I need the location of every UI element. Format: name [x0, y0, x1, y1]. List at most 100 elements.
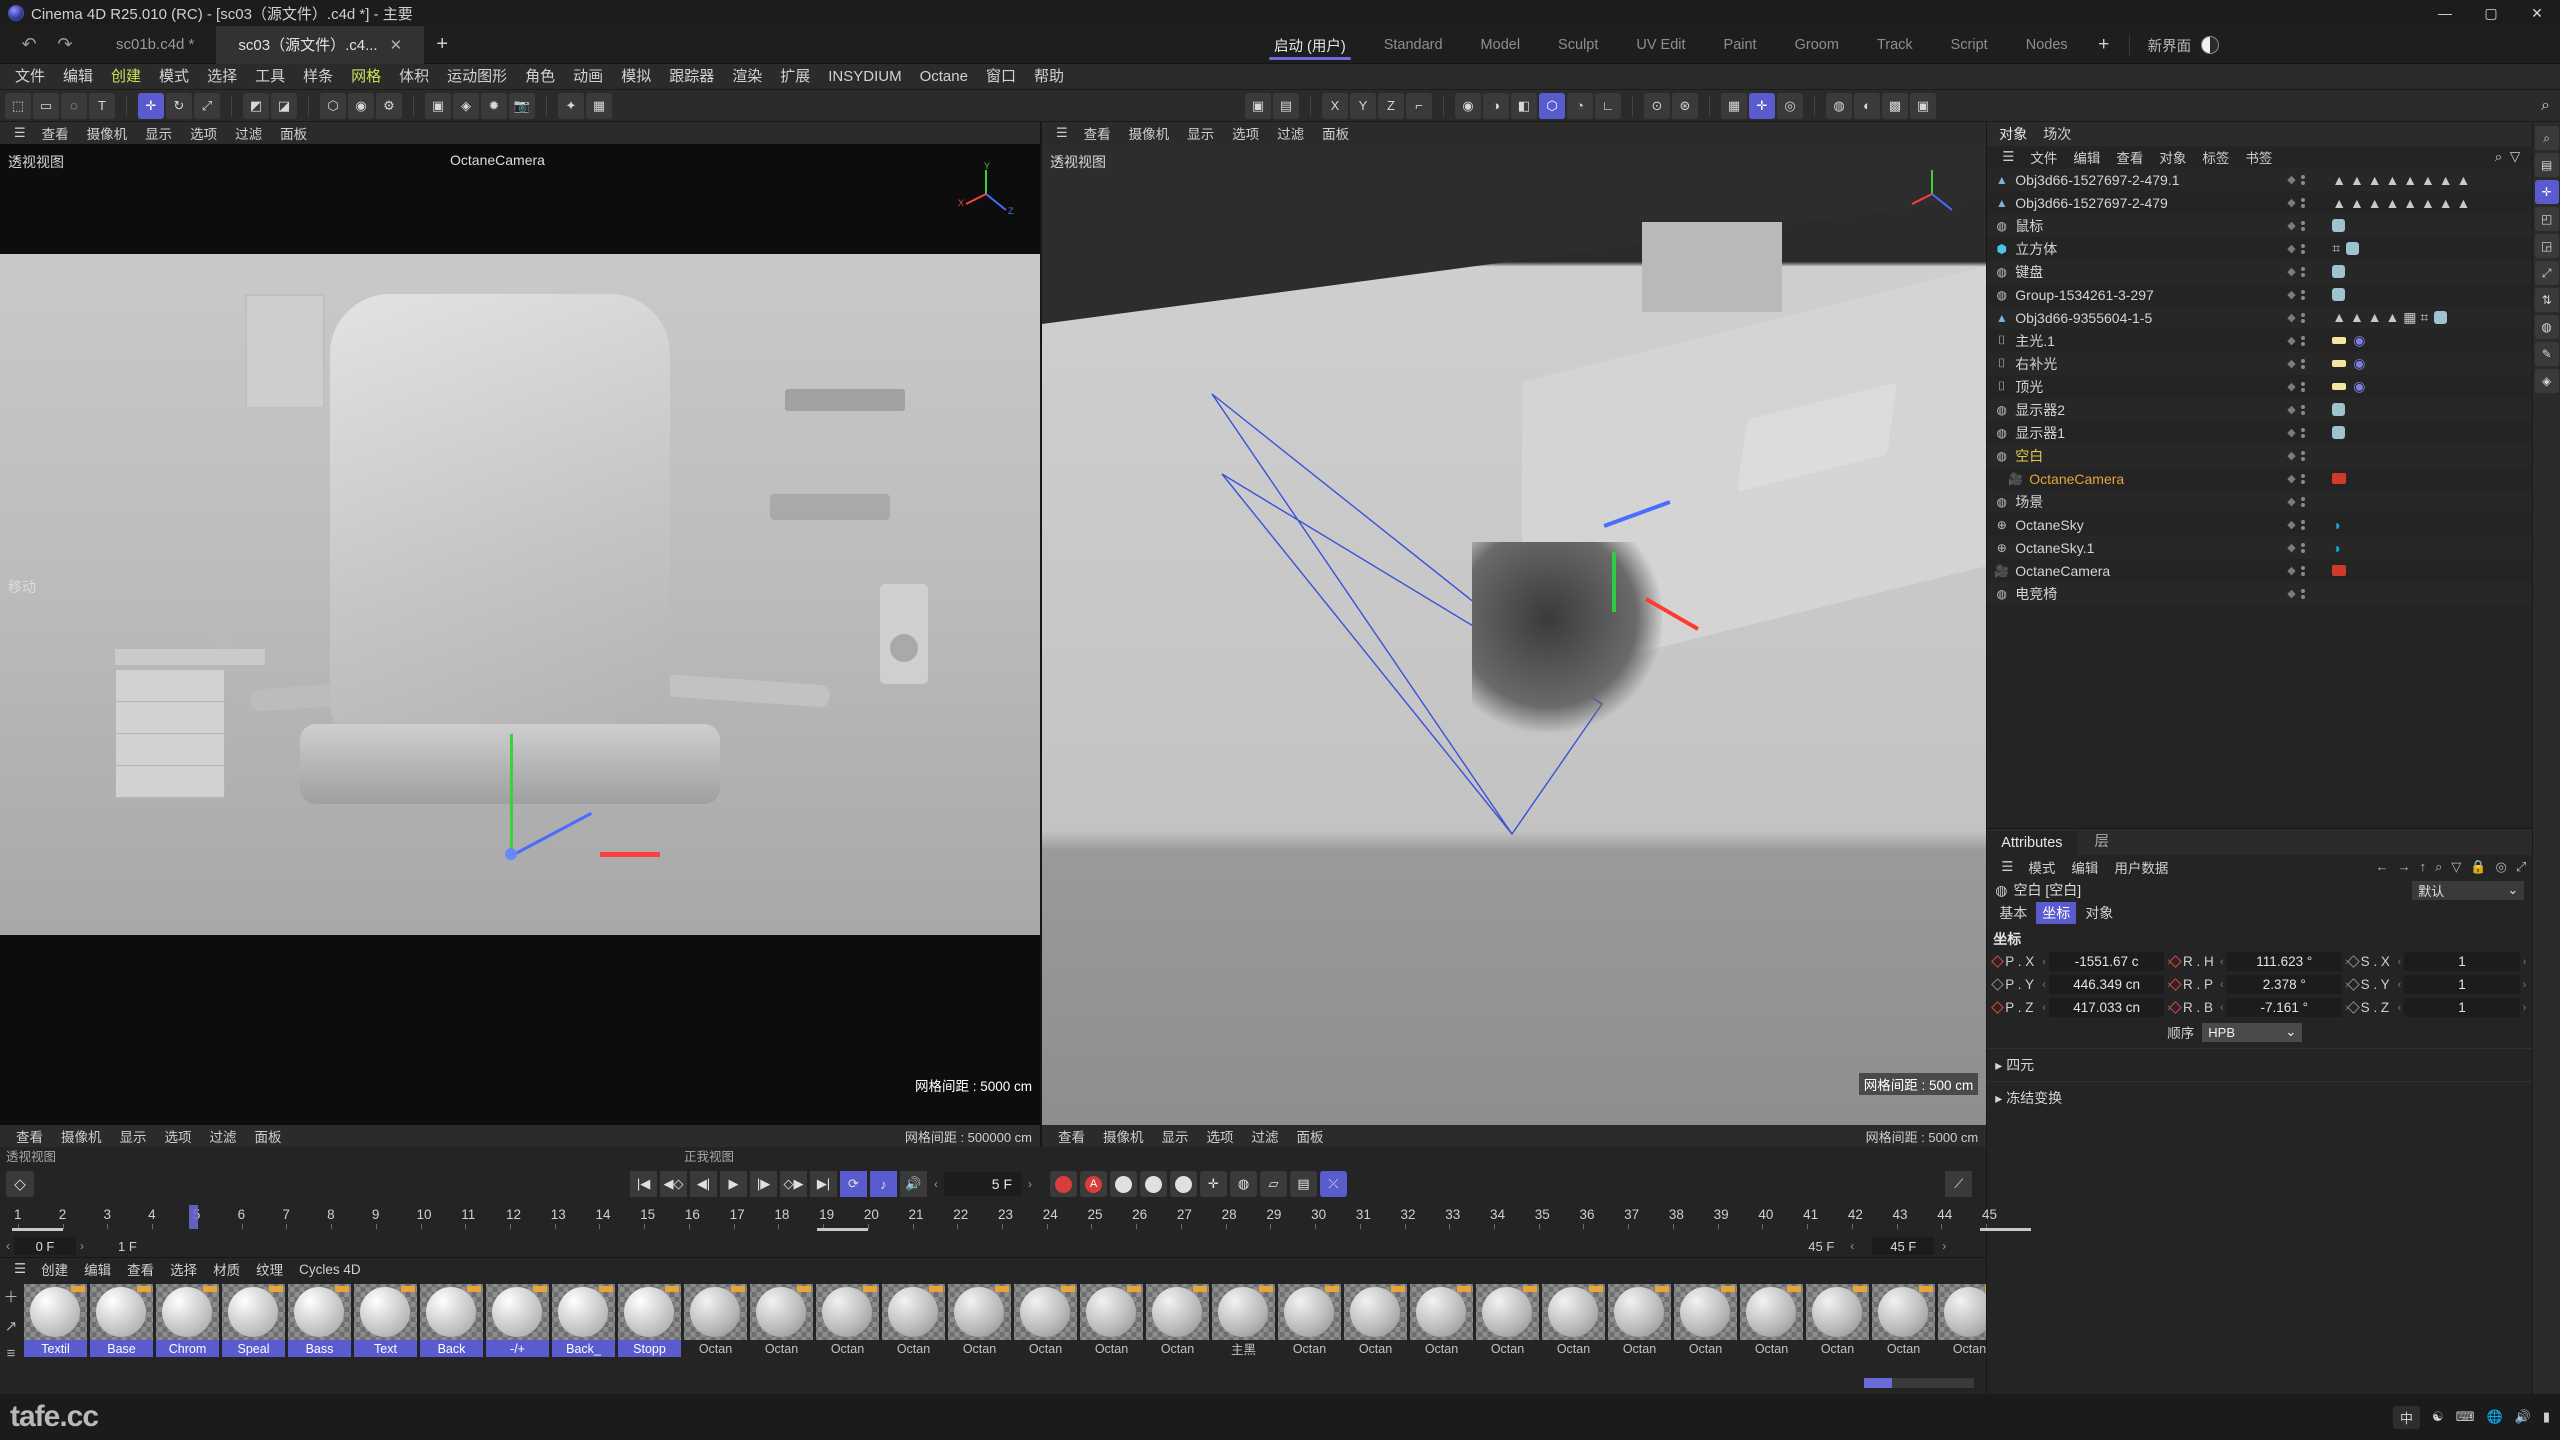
coordinate-palette-button[interactable]: ◰: [2534, 207, 2559, 231]
document-tab-1[interactable]: sc01b.c4d *: [94, 26, 216, 64]
tab-takes[interactable]: 场次: [2043, 124, 2071, 144]
object-list[interactable]: ▲ Obj3d66-1527697-2-479.1 ◆ ▲ ▲ ▲ ▲ ▲ ▲ ▲ ▲…: [1987, 168, 2533, 828]
scale-tool[interactable]: ⤢: [194, 92, 220, 119]
menu-跟踪器[interactable]: 跟踪器: [660, 64, 723, 90]
mat-menu-cycles4d[interactable]: Cycles 4D: [292, 1262, 368, 1277]
object-row[interactable]: ⊕ OctaneSky ◆ ◑: [1987, 513, 2532, 536]
visibility-dots[interactable]: ◆: [2287, 265, 2305, 278]
mat-menu-create[interactable]: 创建: [34, 1259, 75, 1279]
order-dropdown[interactable]: HPB ⌄: [2202, 1022, 2303, 1042]
material-swatch[interactable]: Octan: [750, 1284, 813, 1373]
attr-nav-icon-7[interactable]: ⤢: [2516, 859, 2526, 875]
search-icon[interactable]: ⌕: [2495, 149, 2503, 165]
menu-运动图形[interactable]: 运动图形: [438, 64, 516, 90]
menu-样条[interactable]: 样条: [294, 64, 342, 90]
deformer-button[interactable]: ✦: [558, 92, 584, 119]
menu-工具[interactable]: 工具: [246, 64, 294, 90]
vpb-display[interactable]: 显示: [1154, 1126, 1197, 1146]
menu-帮助[interactable]: 帮助: [1025, 64, 1073, 90]
object-tags[interactable]: ◑: [2332, 517, 2340, 533]
document-tab-2[interactable]: sc03（源文件）.c4... ✕: [216, 25, 425, 64]
visibility-dots[interactable]: ◆: [2287, 357, 2305, 370]
vpb-view[interactable]: 查看: [8, 1126, 51, 1146]
material-swatch[interactable]: Back_: [552, 1284, 615, 1373]
object-tags[interactable]: [2332, 473, 2347, 484]
tab-layers[interactable]: 层: [2081, 826, 2124, 855]
material-swatch[interactable]: Octan: [1278, 1284, 1341, 1373]
close-button[interactable]: ✕: [2514, 0, 2560, 26]
tray-icon-5[interactable]: 🔊: [2515, 1409, 2531, 1425]
visibility-toggle[interactable]: [2300, 473, 2305, 484]
object-axis-toggle[interactable]: ▣: [1245, 92, 1271, 119]
material-swatch[interactable]: Chrom: [156, 1284, 219, 1373]
polygon-mode-button[interactable]: ◧: [1511, 92, 1537, 119]
axis-z-handle[interactable]: [511, 811, 593, 857]
increment-arrow[interactable]: ›: [2523, 979, 2527, 991]
visibility-dots[interactable]: ◆: [2287, 380, 2305, 393]
visibility-dots[interactable]: ◆: [2287, 587, 2305, 600]
object-row[interactable]: 🎥 OctaneCamera ◆: [1987, 559, 2532, 582]
coordinate-field[interactable]: 111.623 °: [2226, 952, 2342, 971]
range-next-arrow[interactable]: ›: [76, 1239, 88, 1253]
visibility-toggle[interactable]: [2300, 381, 2305, 392]
material-swatch[interactable]: -/+: [486, 1284, 549, 1373]
layout-tab-nodes[interactable]: Nodes: [2007, 26, 2087, 64]
visibility-toggle[interactable]: [2300, 565, 2305, 576]
visibility-dots[interactable]: ◆: [2287, 403, 2305, 416]
record-position-button[interactable]: [1110, 1171, 1137, 1197]
keyframe-icon[interactable]: [2346, 955, 2360, 968]
om-menu-file[interactable]: 文件: [2023, 147, 2064, 167]
object-row[interactable]: ◍ Group-1534261-3-297 ◆: [1987, 283, 2532, 306]
array-button[interactable]: ▦: [586, 92, 612, 119]
decrement-arrow[interactable]: ‹: [2398, 979, 2402, 991]
material-swatch[interactable]: Octan: [1080, 1284, 1143, 1373]
vp-menu-filter[interactable]: 过滤: [227, 123, 270, 143]
visibility-dots[interactable]: ◆: [2287, 311, 2305, 324]
object-tags[interactable]: ◉: [2332, 332, 2365, 349]
edge-mode-button[interactable]: ◑: [1483, 92, 1509, 119]
decrement-arrow[interactable]: ‹: [2042, 1002, 2046, 1014]
coordinate-field[interactable]: -7.161 °: [2226, 998, 2342, 1017]
workplane-button[interactable]: ◎: [1777, 92, 1803, 119]
move-tool[interactable]: ✛: [138, 92, 164, 119]
visibility-dots[interactable]: ◆: [2287, 495, 2305, 508]
tab-attributes[interactable]: Attributes: [1987, 831, 2077, 855]
loop-toggle[interactable]: ⟳: [840, 1171, 867, 1197]
mat-menu-edit[interactable]: 编辑: [77, 1259, 118, 1279]
material-swatch[interactable]: Octan: [816, 1284, 879, 1373]
layout-tab-track[interactable]: Track: [1858, 26, 1932, 64]
search-icon[interactable]: ⌕: [2541, 97, 2550, 115]
vp-menu-display[interactable]: 显示: [1179, 123, 1222, 143]
tray-icon-2[interactable]: ☯: [2432, 1409, 2444, 1425]
hamburger-icon[interactable]: ☰: [1995, 859, 2019, 875]
axis-mode-button[interactable]: ∟: [1595, 92, 1621, 119]
visibility-toggle[interactable]: [2300, 266, 2305, 277]
lock-x-axis-button[interactable]: X: [1322, 92, 1348, 119]
menu-模拟[interactable]: 模拟: [612, 64, 660, 90]
material-swatch[interactable]: Octan: [1014, 1284, 1077, 1373]
material-swatch[interactable]: Octan: [948, 1284, 1011, 1373]
object-tags[interactable]: [2332, 288, 2346, 301]
timeline-ruler[interactable]: 1234567891011121314151617181920212223242…: [0, 1205, 2031, 1235]
model-mode-button[interactable]: ⬡: [1539, 92, 1565, 119]
object-row[interactable]: ◍ 电竞椅 ◆: [1987, 582, 2533, 605]
axis-y-handle-right[interactable]: [1612, 552, 1616, 612]
object-row[interactable]: ◍ 显示器2 ◆: [1987, 398, 2533, 421]
object-row[interactable]: ⬢ 立方体 ◆ ⌗: [1987, 237, 2532, 260]
rotate-tool[interactable]: ↻: [166, 92, 192, 119]
layout-tab-paint[interactable]: Paint: [1705, 26, 1776, 64]
coordinate-field[interactable]: 417.033 cn: [2048, 998, 2165, 1017]
object-tags[interactable]: [2332, 565, 2347, 576]
vpb-camera[interactable]: 摄像机: [53, 1126, 110, 1146]
vp-menu-panel[interactable]: 面板: [1314, 123, 1357, 143]
layout-tab-startup[interactable]: 启动 (用户): [1255, 26, 1365, 64]
vpb-options[interactable]: 选项: [1199, 1126, 1242, 1146]
go-to-end-button[interactable]: ▶|: [810, 1171, 837, 1197]
object-tags[interactable]: [2332, 403, 2346, 416]
visibility-dots[interactable]: ◆: [2287, 518, 2305, 531]
menu-选择[interactable]: 选择: [198, 64, 246, 90]
layer-palette-button[interactable]: ▤: [2534, 153, 2559, 177]
keyframe-param-toggle[interactable]: ▤: [1290, 1171, 1317, 1197]
material-swatch[interactable]: Octan: [1542, 1284, 1605, 1373]
om-menu-object[interactable]: 对象: [2152, 147, 2193, 167]
